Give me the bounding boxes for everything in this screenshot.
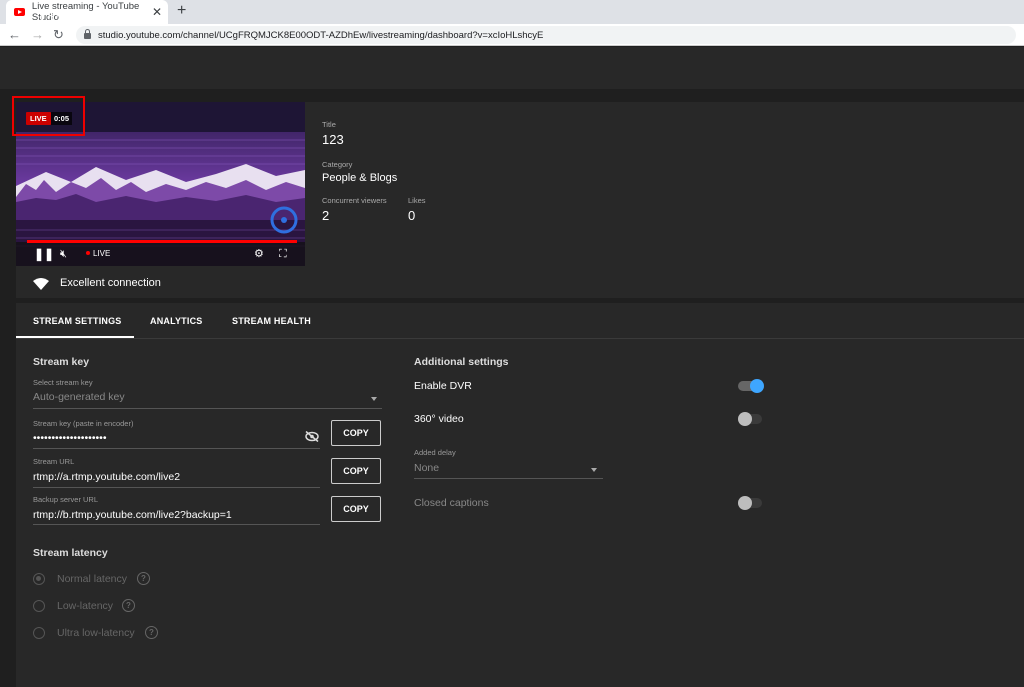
backup-url-underline <box>33 524 320 525</box>
dvr-toggle[interactable] <box>750 379 764 393</box>
copy-stream-key-button[interactable]: COPY <box>331 420 381 446</box>
dvr-label: Enable DVR <box>414 380 472 392</box>
stream-url-underline <box>33 487 320 488</box>
additional-settings-title: Additional settings <box>414 356 509 368</box>
title-value: 123 <box>322 132 344 147</box>
connection-status: Excellent connection <box>60 277 161 289</box>
back-arrow-icon[interactable]: ← <box>17 12 34 30</box>
address-bar: ← → ↻ studio.youtube.com/channel/UCgFRQM… <box>0 24 1024 46</box>
mute-icon[interactable]: 🔇︎ <box>60 248 67 260</box>
normal-latency-label: Normal latency <box>57 573 128 585</box>
lock-icon <box>84 29 91 39</box>
hide-eye-icon[interactable] <box>305 431 319 442</box>
ultra-low-latency-label: Ultra low-latency <box>57 627 135 639</box>
reload-icon[interactable]: ↻ <box>53 27 64 42</box>
live-dot-icon <box>86 251 90 255</box>
category-value: People & Blogs <box>322 172 398 184</box>
progress-bar[interactable] <box>27 240 297 243</box>
connection-bar <box>16 266 1024 298</box>
live-badge: LIVE <box>26 112 51 125</box>
help-icon[interactable]: ? <box>122 599 135 612</box>
stream-key-field[interactable]: •••••••••••••••••••• <box>33 432 107 444</box>
pause-icon[interactable]: ❚❚ <box>34 248 54 260</box>
latency-title: Stream latency <box>33 547 108 559</box>
chevron-down-icon[interactable] <box>371 397 377 401</box>
help-icon[interactable]: ? <box>145 626 158 639</box>
help-icon[interactable]: ? <box>137 572 150 585</box>
select-key-label: Select stream key <box>33 378 93 387</box>
tab-stream-health[interactable]: STREAM HEALTH <box>232 316 311 326</box>
video360-toggle[interactable] <box>738 412 752 426</box>
live-indicator-label: LIVE <box>93 249 111 258</box>
stream-url-field[interactable]: rtmp://a.rtmp.youtube.com/live2 <box>33 471 180 483</box>
added-delay-value[interactable]: None <box>414 462 439 474</box>
copy-stream-url-button[interactable]: COPY <box>331 458 381 484</box>
tab-stream-settings[interactable]: STREAM SETTINGS <box>33 316 122 326</box>
studio-header <box>0 47 1024 89</box>
fullscreen-icon[interactable]: ⛶ <box>279 248 287 260</box>
normal-latency-radio[interactable] <box>33 573 45 585</box>
elapsed-time: 0:05 <box>51 112 73 125</box>
close-tab-icon[interactable]: ✕ <box>152 5 162 19</box>
new-tab-button[interactable]: + <box>177 2 186 20</box>
viewers-value: 2 <box>322 208 330 223</box>
ultra-low-latency-radio[interactable] <box>33 627 45 639</box>
browser-tab-bar: Live streaming - YouTube Studio ✕ + <box>0 0 1024 24</box>
active-tab-indicator <box>16 336 134 338</box>
tab-analytics[interactable]: ANALYTICS <box>150 316 202 326</box>
stream-key-title: Stream key <box>33 356 90 368</box>
live-indicator: LIVE <box>86 249 110 258</box>
backup-url-field[interactable]: rtmp://b.rtmp.youtube.com/live2?backup=1 <box>33 509 232 521</box>
chevron-down-icon[interactable] <box>591 468 597 472</box>
select-key-underline <box>33 408 382 409</box>
viewers-label: Concurrent viewers <box>322 196 387 205</box>
stream-url-label: Stream URL <box>33 457 75 466</box>
added-delay-underline <box>414 478 603 479</box>
likes-label: Likes <box>408 196 426 205</box>
video360-label: 360° video <box>414 413 464 425</box>
stream-key-underline <box>33 448 320 449</box>
category-label: Category <box>322 160 353 169</box>
page-title: 123 <box>38 12 64 29</box>
captions-toggle[interactable] <box>738 496 752 510</box>
settings-panel <box>16 303 1024 687</box>
captions-label: Closed captions <box>414 497 489 509</box>
url-input[interactable]: studio.youtube.com/channel/UCgFRQMJCK8E0… <box>76 26 1016 44</box>
wifi-icon <box>33 278 49 290</box>
stream-key-label: Stream key (paste in encoder) <box>33 419 134 428</box>
low-latency-label: Low-latency <box>57 600 114 612</box>
title-label: Title <box>322 120 336 129</box>
added-delay-label: Added delay <box>414 448 456 457</box>
gear-icon[interactable]: ⚙ <box>254 248 264 260</box>
url-text: studio.youtube.com/channel/UCgFRQMJCK8E0… <box>98 29 544 41</box>
select-key-value[interactable]: Auto-generated key <box>33 391 125 403</box>
copy-backup-url-button[interactable]: COPY <box>331 496 381 522</box>
backup-url-label: Backup server URL <box>33 495 99 504</box>
likes-value: 0 <box>408 208 416 223</box>
low-latency-radio[interactable] <box>33 600 45 612</box>
